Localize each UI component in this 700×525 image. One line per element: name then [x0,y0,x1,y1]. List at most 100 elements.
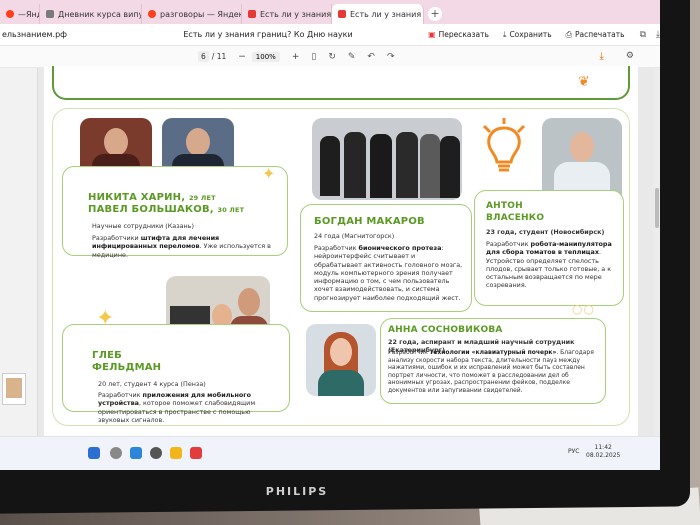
browser-tab-strip: —Яндекс Дневник курса випуроч разговоры … [0,0,660,24]
name-part: ВЛАСЕНКО [486,213,545,223]
retell-label: Пересказать [438,30,489,39]
screen: —Яндекс Дневник курса випуроч разговоры … [0,0,660,470]
search-icon[interactable] [110,447,122,459]
vlasenko-meta: 23 года, студент (Новосибирск) [486,228,605,236]
desc-text: Разработчик [388,349,430,356]
print-label: Распечатать [575,30,625,39]
url-text[interactable]: ельзнанием.рф [0,30,117,39]
makarov-description: Разработчик бионического протеза: нейрои… [314,244,464,302]
zoom-level[interactable]: 100% [251,51,280,62]
draw-icon[interactable]: ✎ [348,52,356,62]
start-icon[interactable] [88,447,100,459]
name-pavel-bolshakov: ПАВЕЛ БОЛЬШАКОВ, [88,204,214,215]
file-explorer-icon[interactable] [170,447,182,459]
thumbnail-sidebar [0,68,38,436]
star-icon: ✦ [96,306,115,331]
sosnovikova-description: Разработчик технологии «клавиатурный поч… [388,349,600,395]
zoom-in-icon[interactable]: + [292,52,300,62]
name-part: ФЕЛЬДМАН [92,362,162,373]
save-button[interactable]: ⤓ Сохранить [498,28,557,42]
age-bolshakov: 30 ЛЕТ [217,206,245,214]
desc-bold: технологии «клавиатурный почерк» [429,349,557,356]
tab-label: Есть ли у знания границ [260,9,332,19]
download-icon: ⤓ [502,29,507,39]
download-icon[interactable]: ⤓ [600,51,604,62]
undo-icon[interactable]: ↶ [367,52,375,62]
rotate-icon[interactable]: ↻ [328,52,336,62]
page-thumbnail[interactable] [2,373,26,405]
photo-bogdan-makarov-team [312,118,462,200]
tab-knowledge-limits-1[interactable]: Есть ли у знания границ [242,4,332,24]
harin-description: Разработчики штифта для лечения инфициро… [92,234,282,259]
tab-course-diary[interactable]: Дневник курса випуроч [40,4,142,24]
page-title: Есть ли у знания границ? Ко Дню науки [183,30,353,39]
page-number-input[interactable]: 6 [198,51,209,62]
pdf-icon [248,10,256,18]
zoom-out-icon[interactable]: − [238,52,246,62]
lightbulb-icon [482,118,526,172]
app-icon[interactable] [190,447,202,459]
tab-label: разговоры — Яндекс: на [160,9,241,19]
desc-text: : нейроинтерфейс считывает и обрабатывае… [314,244,463,302]
page-indicator: 6 / 11 [198,51,226,62]
tab-knowledge-limits-active[interactable]: Есть ли у знания границ ✕ [332,4,424,24]
retell-icon: ▣ [428,30,436,39]
decorative-circles: ○○ [572,302,595,316]
name-bogdan-makarov: БОГДАН МАКАРОВ [314,216,425,227]
desc-text: . Благодаря анализу скорости набора текс… [388,349,594,394]
printer-icon: ⎙ [565,29,573,39]
pdf-page: ❦ НИКИТА ХАРИН, 29 ЛЕТ ПАВЕЛ БОЛЬШАКОВ, … [44,66,638,440]
desc-text: Разработчик [486,240,531,248]
retell-button[interactable]: ▣ Пересказать [423,28,494,41]
harin-meta: Научные сотрудники (Казань) [92,222,194,230]
page-total: / 11 [211,52,227,61]
desc-text: Разработчик [98,391,143,399]
name-part: АНТОН [486,201,523,211]
pdf-viewport: ❦ НИКИТА ХАРИН, 29 ЛЕТ ПАВЕЛ БОЛЬШАКОВ, … [0,66,660,440]
tab-conversations[interactable]: разговоры — Яндекс: на [142,4,242,24]
scrollbar-thumb[interactable] [655,188,659,228]
yandex-browser-icon[interactable] [150,447,162,459]
feldman-meta: 20 лет, студент 4 курса (Пенза) [98,380,206,388]
photo-anna-sosnovikova [306,324,376,396]
yandex-icon [6,10,14,18]
system-clock[interactable]: 11:42 08.02.2025 [586,444,620,460]
name-part: ГЛЕБ [92,350,122,361]
pdf-icon [338,10,346,18]
monitor-brand-logo: PHILIPS [265,485,329,498]
tab-yandex[interactable]: —Яндекс [0,4,40,24]
desc-bold: бионического протеза [358,244,442,252]
bookmark-icon[interactable]: ⧉ [640,30,646,40]
settings-icon[interactable]: ⚙ [626,51,634,62]
star-icon: ✦ [262,164,276,183]
windows-taskbar: РУС 11:42 08.02.2025 [0,436,660,470]
name-nikita-harin: НИКИТА ХАРИН, [88,192,186,203]
pdf-toolbar: 6 / 11 − 100% + ▯ ↻ ✎ ↶ ↷ ⤓ ⚙ [0,46,660,68]
new-tab-button[interactable]: + [428,7,442,21]
redo-icon[interactable]: ↷ [387,52,395,62]
vlasenko-description: Разработчик робота-манипулятора для сбор… [486,240,620,290]
desc-text: Разработчик [314,244,359,252]
leaf-icon: ❦ [578,74,590,90]
address-bar: ельзнанием.рф Есть ли у знания границ? К… [0,24,660,46]
download-tray-icon[interactable]: ⤓ [656,30,660,40]
print-button[interactable]: ⎙ Распечатать [561,28,630,42]
document-icon [46,10,54,18]
tab-label: Есть ли у знания границ [350,9,423,19]
clock-time: 11:42 [594,444,612,451]
save-label: Сохранить [509,30,552,39]
name-gleb-feldman: ГЛЕБ ФЕЛЬДМАН [92,350,161,374]
tab-label: Дневник курса випуроч [58,9,141,19]
harin-names: НИКИТА ХАРИН, 29 ЛЕТ ПАВЕЛ БОЛЬШАКОВ, 30… [88,192,244,216]
fit-page-icon[interactable]: ▯ [311,52,316,62]
language-indicator[interactable]: РУС [568,448,579,455]
desc-text: Разработчики [92,234,141,242]
makarov-meta: 24 года (Магнитогорск) [314,232,395,240]
age-harin: 29 ЛЕТ [188,194,216,202]
scrollbar[interactable] [654,68,660,436]
edge-icon[interactable] [130,447,142,459]
name-anna-sosnovikova: АННА СОСНОВИКОВА [388,325,503,335]
clock-date: 08.02.2025 [586,452,621,459]
previous-section-frame [52,66,630,100]
name-anton-vlasenko: АНТОН ВЛАСЕНКО [486,200,544,224]
